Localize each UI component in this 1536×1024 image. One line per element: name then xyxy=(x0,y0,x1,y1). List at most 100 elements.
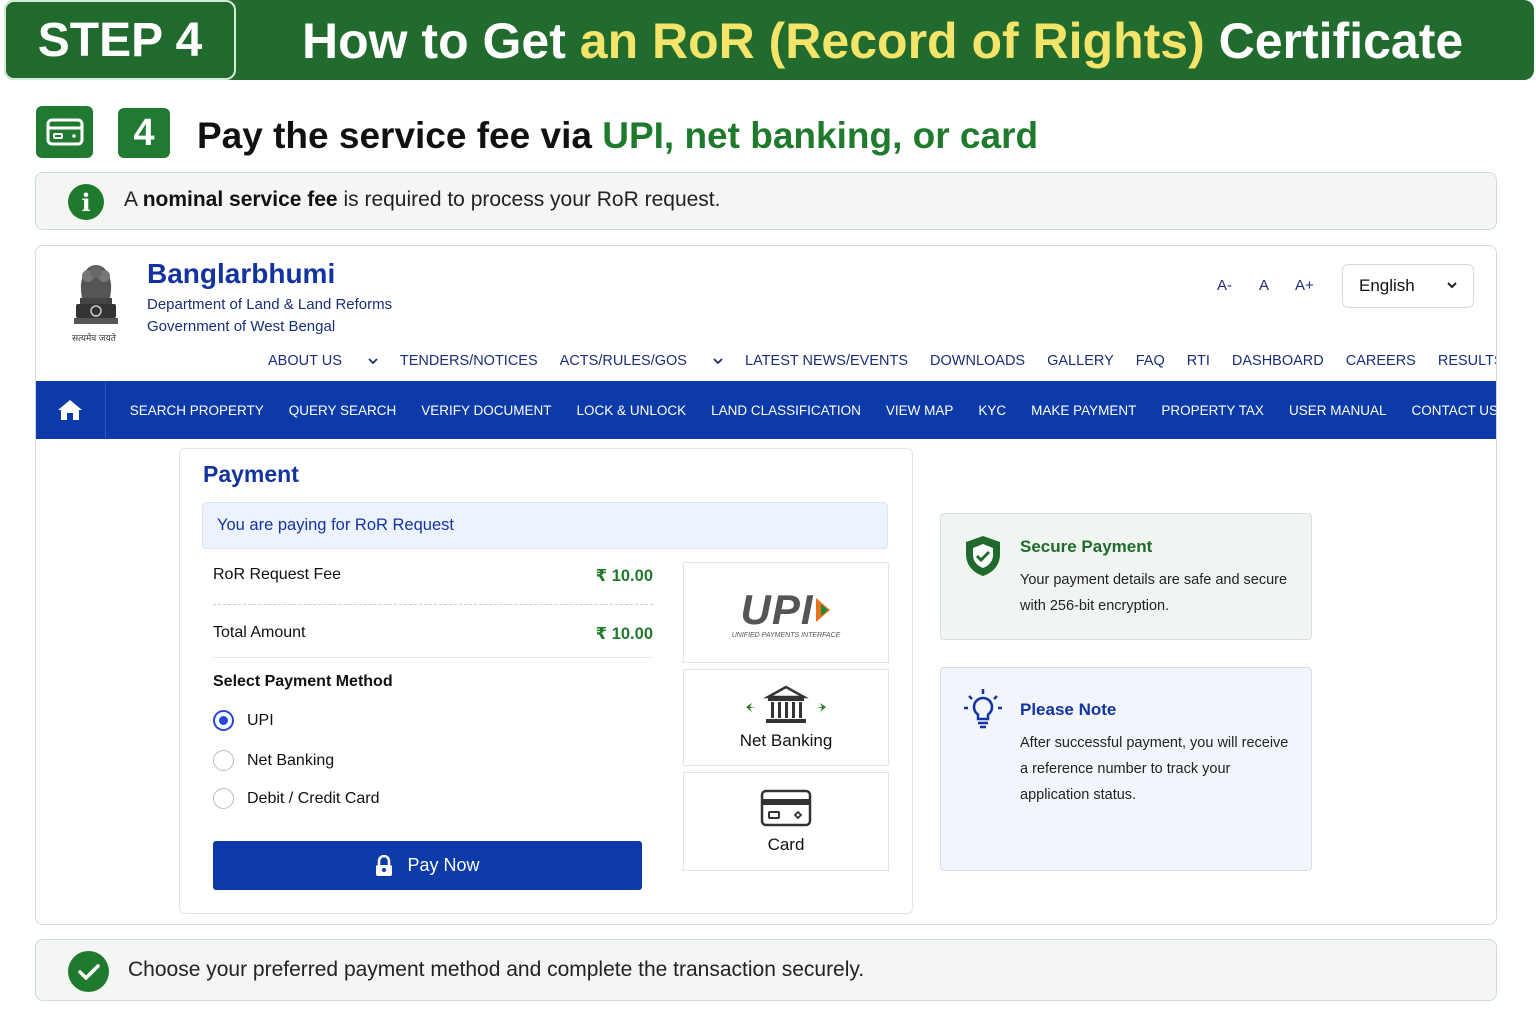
nav-query-search[interactable]: QUERY SEARCH xyxy=(289,403,397,418)
nav-property-tax[interactable]: PROPERTY TAX xyxy=(1161,403,1264,418)
language-value: English xyxy=(1359,276,1415,295)
nav-dashboard[interactable]: DASHBOARD xyxy=(1232,353,1324,369)
secure-title: Secure Payment xyxy=(1020,537,1153,556)
nav-downloads[interactable]: DOWNLOADS xyxy=(930,353,1025,369)
fee-value: ₹ 10.00 xyxy=(595,567,653,585)
nav-view-map[interactable]: VIEW MAP xyxy=(886,403,954,418)
info-text: A nominal service fee is required to pro… xyxy=(124,188,720,212)
radio-net-banking-label: Net Banking xyxy=(247,751,335,769)
substep-heading: Pay the service fee via UPI, net banking… xyxy=(197,115,1038,157)
upi-arrow-icon xyxy=(815,598,830,622)
shield-check-icon xyxy=(966,536,1000,576)
fee-label: RoR Request Fee xyxy=(213,566,342,583)
total-label: Total Amount xyxy=(213,624,306,641)
radio-upi-label: UPI xyxy=(247,711,274,729)
card-label: Card xyxy=(767,834,805,854)
card-icon xyxy=(760,789,812,826)
info-callout: i A nominal service fee is required to p… xyxy=(35,172,1497,230)
radio-net-banking[interactable]: Net Banking xyxy=(213,750,334,771)
nav-lock-unlock[interactable]: LOCK & UNLOCK xyxy=(577,403,687,418)
paying-for-banner: You are paying for RoR Request xyxy=(202,502,888,549)
option-card[interactable]: Card xyxy=(683,772,889,871)
banglarbhumi-site: सत्यमेव जयते Banglarbhumi Department of … xyxy=(35,245,1497,925)
top-nav: ABOUT US TENDERS/NOTICES ACTS/RULES/GOS … xyxy=(268,353,1496,369)
option-net-banking[interactable]: Net Banking xyxy=(683,669,889,766)
home-icon xyxy=(58,400,83,420)
info-icon: i xyxy=(68,184,104,220)
secure-payment-panel: Secure Payment Your payment details are … xyxy=(940,513,1312,640)
net-banking-label: Net Banking xyxy=(739,730,833,750)
emblem-motto: सत्यमेव जयते xyxy=(72,333,116,343)
nav-verify-document[interactable]: VERIFY DOCUMENT xyxy=(421,403,551,418)
chevron-down-icon xyxy=(368,358,378,365)
font-decrease-button[interactable]: A- xyxy=(1217,277,1232,294)
nav-results[interactable]: RESULTS xyxy=(1438,353,1496,369)
payment-method-heading: Select Payment Method xyxy=(213,673,393,690)
site-government: Government of West Bengal xyxy=(147,318,336,335)
nav-about-us[interactable]: ABOUT US xyxy=(268,353,378,369)
fee-row: RoR Request Fee ₹ 10.00 xyxy=(213,566,653,586)
font-increase-button[interactable]: A+ xyxy=(1295,277,1314,294)
main-nav-bar: SEARCH PROPERTY QUERY SEARCH VERIFY DOCU… xyxy=(36,381,1496,439)
info-text-pre: A xyxy=(124,188,143,211)
divider xyxy=(213,604,653,605)
radio-card-label: Debit / Credit Card xyxy=(247,789,380,807)
radio-upi[interactable]: UPI xyxy=(213,710,274,731)
pay-now-button[interactable]: Pay Now xyxy=(213,841,642,890)
note-title: Please Note xyxy=(1020,700,1117,719)
footer-text: Choose your preferred payment method and… xyxy=(128,958,865,981)
upi-tagline: UNIFIED PAYMENTS INTERFACE xyxy=(731,632,841,639)
radio-button[interactable] xyxy=(213,788,234,809)
nav-user-manual[interactable]: USER MANUAL xyxy=(1289,403,1387,418)
language-select[interactable]: English xyxy=(1342,264,1474,308)
checkmark-icon xyxy=(68,951,109,992)
payment-card-icon xyxy=(36,106,93,158)
divider xyxy=(213,657,653,658)
info-text-post: is required to process your RoR request. xyxy=(337,188,721,211)
nav-acts[interactable]: ACTS/RULES/GOS xyxy=(560,353,723,369)
please-note-panel: Please Note After successful payment, yo… xyxy=(940,667,1312,871)
main-nav: SEARCH PROPERTY QUERY SEARCH VERIFY DOCU… xyxy=(130,403,1496,418)
banner-title-highlight: an RoR (Record of Rights) xyxy=(579,13,1205,69)
footer-callout: Choose your preferred payment method and… xyxy=(35,939,1497,1001)
lightbulb-icon xyxy=(964,689,1002,729)
site-name[interactable]: Banglarbhumi xyxy=(147,258,335,290)
nav-make-payment[interactable]: MAKE PAYMENT xyxy=(1031,403,1136,418)
nav-rti[interactable]: RTI xyxy=(1187,353,1210,369)
nav-land-classification[interactable]: LAND CLASSIFICATION xyxy=(711,403,861,418)
nav-news[interactable]: LATEST NEWS/EVENTS xyxy=(745,353,908,369)
total-value: ₹ 10.00 xyxy=(595,625,653,643)
banner-title: How to Get an RoR (Record of Rights) Cer… xyxy=(302,12,1463,70)
radio-card[interactable]: Debit / Credit Card xyxy=(213,788,380,809)
upi-logo: UPI xyxy=(740,586,831,634)
substep-text: Pay the service fee via xyxy=(197,115,603,156)
nav-kyc[interactable]: KYC xyxy=(978,403,1006,418)
total-row: Total Amount ₹ 10.00 xyxy=(213,624,653,644)
pay-now-label: Pay Now xyxy=(407,855,480,875)
nav-about-us-label: ABOUT US xyxy=(268,353,342,369)
step-banner: STEP 4 How to Get an RoR (Record of Righ… xyxy=(4,0,1534,80)
bank-icon xyxy=(746,685,826,723)
banner-title-pre: How to Get xyxy=(302,13,580,69)
chevron-down-icon xyxy=(1447,282,1457,289)
nav-tenders[interactable]: TENDERS/NOTICES xyxy=(400,353,538,369)
note-body: After successful payment, you will recei… xyxy=(1020,735,1289,803)
banner-title-post: Certificate xyxy=(1204,13,1464,69)
radio-button[interactable] xyxy=(213,710,234,731)
font-reset-button[interactable]: A xyxy=(1259,277,1269,294)
nav-contact-us[interactable]: CONTACT US xyxy=(1411,403,1496,418)
payment-title: Payment xyxy=(203,461,299,487)
upi-logo-text: UPI xyxy=(740,586,814,633)
nav-careers[interactable]: CAREERS xyxy=(1346,353,1416,369)
chevron-down-icon xyxy=(713,358,723,365)
payment-card: Payment You are paying for RoR Request R… xyxy=(179,448,913,914)
nav-gallery[interactable]: GALLERY xyxy=(1047,353,1114,369)
nav-faq[interactable]: FAQ xyxy=(1136,353,1165,369)
radio-button[interactable] xyxy=(213,750,234,771)
home-button[interactable] xyxy=(36,381,106,439)
option-upi[interactable]: UPI UNIFIED PAYMENTS INTERFACE xyxy=(683,562,889,663)
nav-search-property[interactable]: SEARCH PROPERTY xyxy=(130,403,264,418)
nav-acts-label: ACTS/RULES/GOS xyxy=(559,353,687,369)
info-text-bold: nominal service fee xyxy=(142,188,338,211)
substep-number: 4 xyxy=(118,108,170,158)
